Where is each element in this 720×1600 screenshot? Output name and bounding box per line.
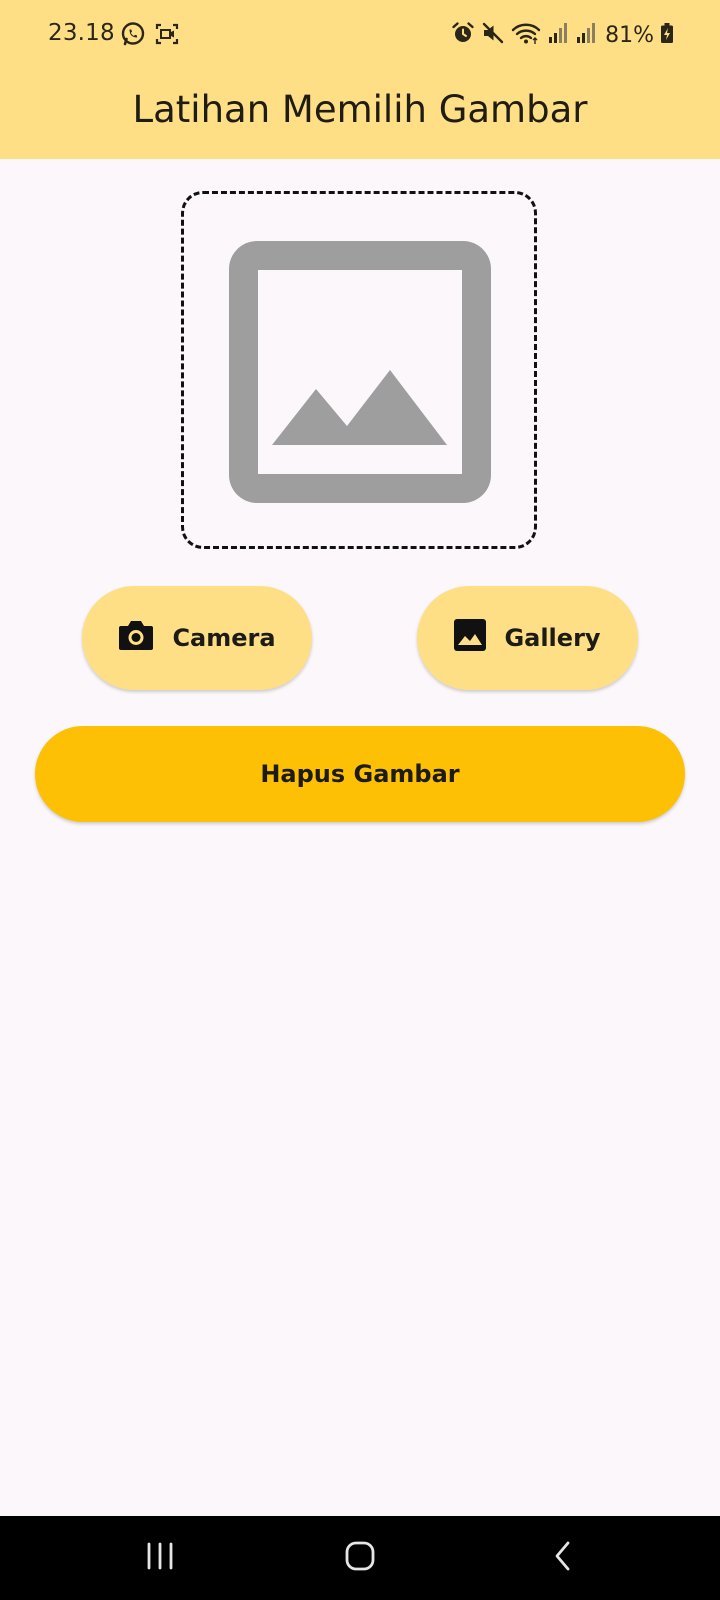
battery-percentage: 81%	[605, 22, 654, 48]
whatsapp-icon	[120, 21, 146, 52]
camera-button-label: Camera	[172, 624, 276, 652]
image-icon	[454, 619, 487, 657]
recent-apps-icon	[145, 1541, 175, 1576]
recent-apps-button[interactable]	[130, 1530, 190, 1586]
camera-button[interactable]: Camera	[82, 586, 312, 690]
home-button[interactable]	[330, 1530, 390, 1586]
gallery-button-label: Gallery	[504, 624, 601, 652]
back-button[interactable]	[533, 1530, 593, 1586]
status-bar: 23.18 81%	[0, 0, 720, 72]
mute-icon	[481, 21, 505, 50]
screen-record-icon	[154, 21, 180, 52]
status-right-icons: 81%	[451, 20, 674, 50]
image-placeholder-icon	[229, 241, 491, 503]
app-header: 23.18 81% Latihan Memilih Gambar	[0, 0, 720, 159]
signal-icon	[547, 21, 569, 50]
signal-icon	[575, 21, 597, 50]
delete-image-button[interactable]: Hapus Gambar	[35, 726, 685, 822]
home-icon	[344, 1540, 376, 1577]
alarm-icon	[451, 21, 475, 50]
back-icon	[551, 1540, 575, 1577]
wifi-icon	[511, 21, 541, 50]
delete-image-button-label: Hapus Gambar	[260, 760, 460, 788]
status-time: 23.18	[48, 20, 115, 46]
battery-charging-icon	[660, 21, 674, 50]
status-left-icons	[120, 21, 180, 52]
camera-icon	[118, 619, 154, 657]
gallery-button[interactable]: Gallery	[417, 586, 638, 690]
app-bar-title: Latihan Memilih Gambar	[132, 88, 588, 131]
navigation-bar	[0, 1516, 720, 1600]
